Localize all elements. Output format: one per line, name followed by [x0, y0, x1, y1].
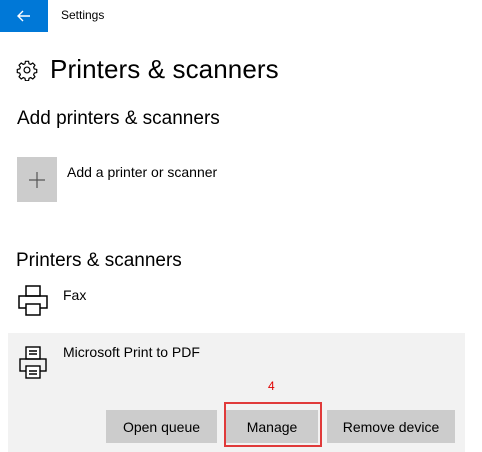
gear-icon	[16, 60, 38, 81]
device-item-fax[interactable]: Fax	[14, 282, 474, 322]
title-bar: Settings	[0, 0, 482, 32]
remove-device-button[interactable]: Remove device	[327, 410, 455, 443]
add-printer-button[interactable]	[17, 157, 57, 202]
device-name: Fax	[63, 287, 87, 303]
back-button[interactable]	[0, 0, 48, 32]
window-title: Settings	[61, 8, 105, 22]
device-name: Microsoft Print to PDF	[63, 344, 200, 360]
back-arrow-icon	[17, 10, 30, 22]
printers-section-heading: Printers & scanners	[16, 250, 182, 271]
page-header: Printers & scanners	[16, 54, 279, 85]
pdf-printer-icon	[19, 346, 47, 379]
annotation-step-label: 4	[268, 379, 275, 393]
add-section-heading: Add printers & scanners	[17, 108, 220, 129]
page-title: Printers & scanners	[50, 54, 279, 84]
plus-icon	[29, 171, 45, 188]
add-printer-label[interactable]: Add a printer or scanner	[67, 164, 217, 180]
open-queue-button[interactable]: Open queue	[106, 410, 217, 443]
fax-printer-icon	[18, 285, 48, 316]
manage-button[interactable]: Manage	[226, 410, 318, 443]
